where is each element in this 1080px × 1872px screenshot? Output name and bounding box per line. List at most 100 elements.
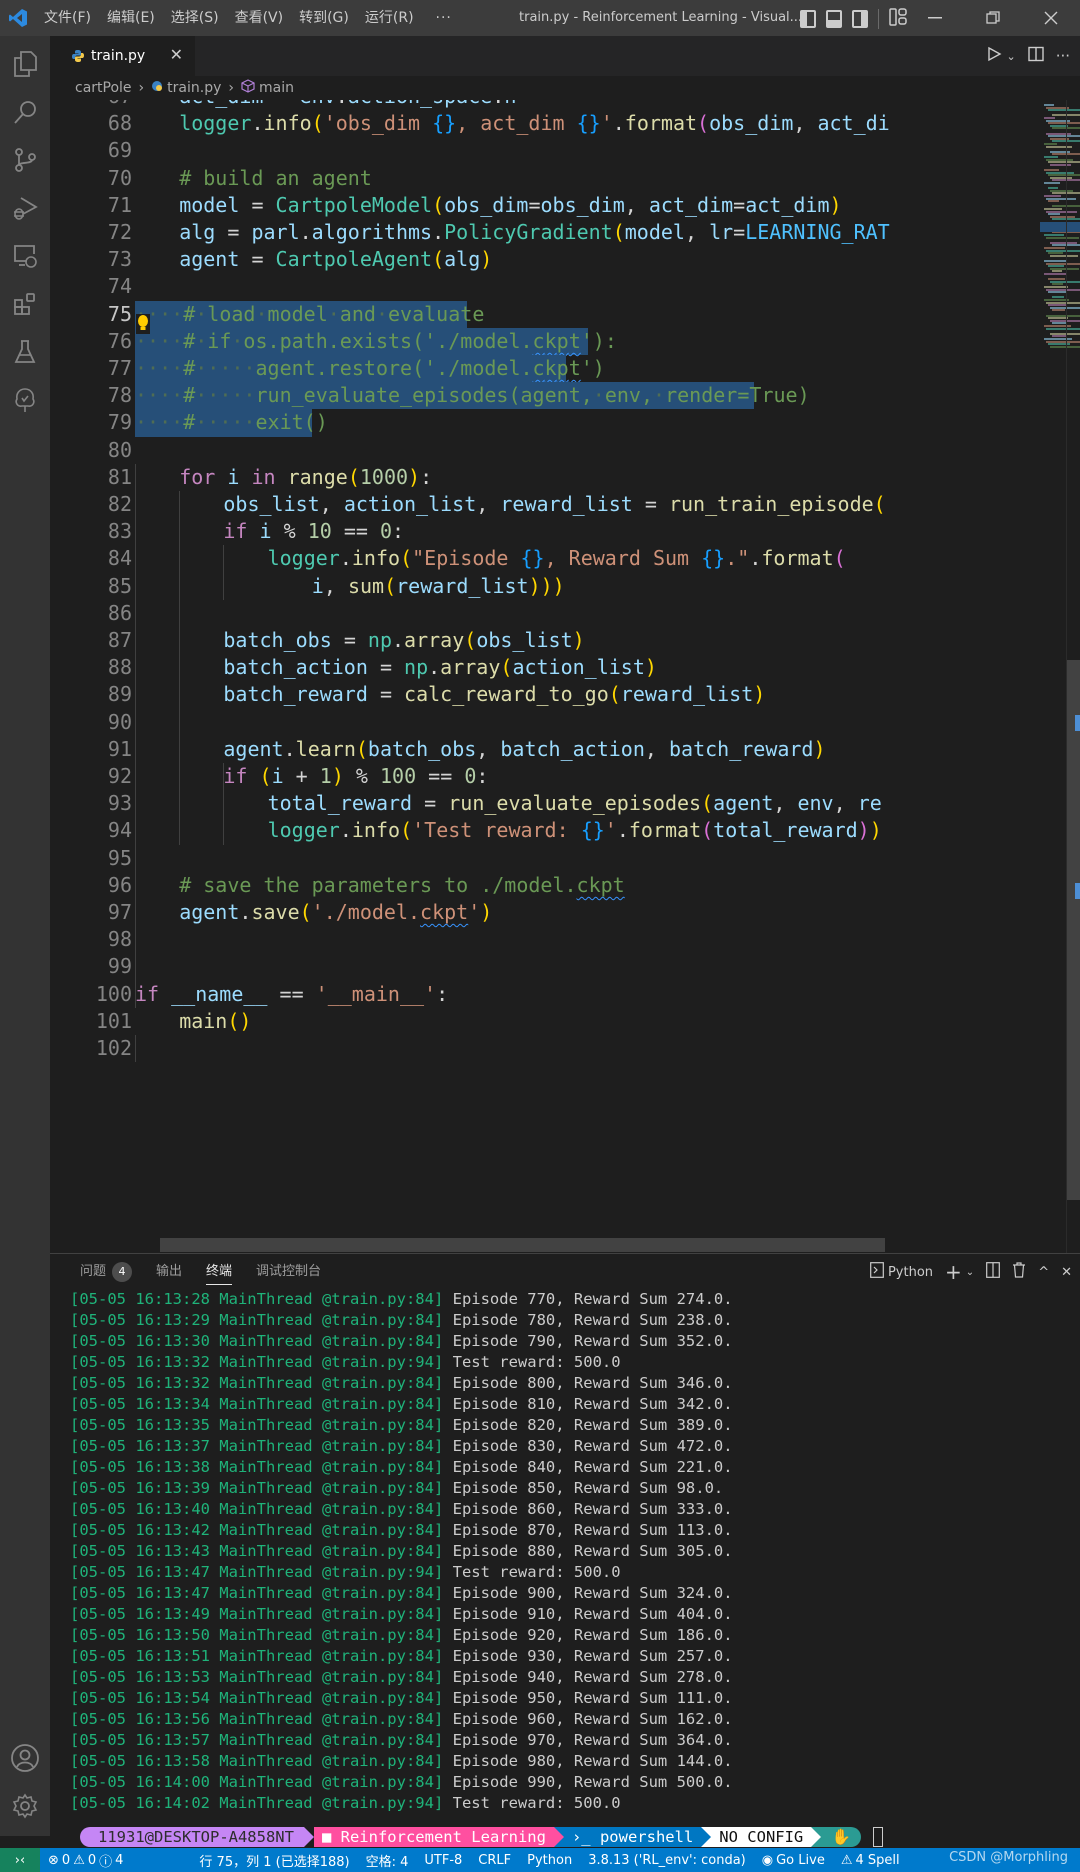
split-terminal-icon[interactable] bbox=[986, 1262, 1001, 1282]
code-line[interactable]: logger.info('Test reward: {}'.format(tot… bbox=[268, 817, 882, 844]
source-control-icon[interactable] bbox=[0, 136, 50, 184]
extensions-icon[interactable] bbox=[0, 280, 50, 328]
log-message: Episode 840, Reward Sum 221.0. bbox=[452, 1458, 733, 1476]
go-live-button[interactable]: ◉ Go Live bbox=[754, 1853, 833, 1868]
status-bar: ›‹ ⊗ 0 ⚠ 0 ⓘ 4 行 75，列 1 (已选择188) 空格: 4 UTF-… bbox=[0, 1848, 1080, 1872]
python-interpreter[interactable]: 3.8.13 ('RL_env': conda) bbox=[580, 1853, 754, 1868]
run-python-file-icon[interactable] bbox=[986, 46, 1002, 66]
terminal-profile-label[interactable]: Python bbox=[888, 1265, 933, 1280]
language-mode[interactable]: Python bbox=[519, 1853, 580, 1868]
code-line[interactable]: main() bbox=[179, 1008, 251, 1035]
run-options-chevron-icon[interactable]: ⌄ bbox=[1006, 50, 1015, 63]
editor-vertical-scrollbar[interactable] bbox=[1066, 100, 1080, 1253]
menu-edit[interactable]: 编辑(E) bbox=[99, 0, 163, 36]
close-window-button[interactable] bbox=[1022, 0, 1080, 36]
code-area[interactable]: act_dim = env.action_space.nlogger.info(… bbox=[135, 100, 1040, 1253]
menu-go[interactable]: 转到(G) bbox=[291, 0, 357, 36]
tab-problems[interactable]: 问题 4 bbox=[80, 1254, 133, 1290]
more-actions-icon[interactable]: ··· bbox=[1056, 47, 1070, 65]
code-line[interactable]: ····#·····agent.restore('./model.ckpt') bbox=[135, 355, 605, 382]
terminal-line: [05-05 16:13:32 MainThread @train.py:84]… bbox=[70, 1373, 1070, 1394]
tab-train-py[interactable]: train.py ✕ bbox=[50, 36, 195, 76]
terminal-line: [05-05 16:13:58 MainThread @train.py:84]… bbox=[70, 1751, 1070, 1772]
info-count: 4 bbox=[115, 1852, 124, 1868]
code-line[interactable]: act_dim = env.action_space.n bbox=[179, 100, 516, 110]
code-line[interactable]: logger.info('obs_dim {}, act_dim {}'.for… bbox=[179, 110, 890, 137]
code-line[interactable]: alg = parl.algorithms.PolicyGradient(mod… bbox=[179, 219, 890, 246]
spell-check-status[interactable]: ⚠ 4 Spell bbox=[833, 1853, 908, 1868]
run-debug-icon[interactable] bbox=[0, 184, 50, 232]
lightbulb-icon[interactable] bbox=[136, 314, 152, 334]
toggle-panel-icon[interactable] bbox=[826, 10, 842, 28]
cursor-position[interactable]: 行 75，列 1 (已选择188) bbox=[191, 1851, 357, 1870]
code-line[interactable]: obs_list, action_list, reward_list = run… bbox=[223, 491, 885, 518]
tree-view-icon[interactable] bbox=[0, 376, 50, 424]
code-line[interactable]: logger.info("Episode {}, Reward Sum {}."… bbox=[268, 545, 846, 572]
menu-more-button[interactable]: ··· bbox=[422, 10, 466, 26]
restore-button[interactable] bbox=[964, 0, 1022, 36]
minimap-line bbox=[1044, 182, 1060, 184]
tab-terminal[interactable]: 终端 bbox=[206, 1254, 233, 1290]
code-line[interactable]: ····#·····exit() bbox=[135, 409, 328, 436]
remote-indicator-icon[interactable]: ›‹ bbox=[0, 1848, 40, 1872]
log-message: Episode 850, Reward Sum 98.0. bbox=[452, 1479, 724, 1497]
tab-debug-console[interactable]: 调试控制台 bbox=[256, 1254, 321, 1290]
code-line[interactable]: if i % 10 == 0: bbox=[223, 518, 404, 545]
encoding[interactable]: UTF-8 bbox=[416, 1853, 470, 1868]
toggle-primary-sidebar-icon[interactable] bbox=[800, 10, 816, 28]
customize-layout-icon[interactable] bbox=[889, 8, 907, 30]
terminal-output[interactable]: [05-05 16:13:28 MainThread @train.py:84]… bbox=[70, 1289, 1070, 1814]
line-number: 77 bbox=[107, 356, 132, 380]
code-line[interactable]: batch_reward = calc_reward_to_go(reward_… bbox=[223, 681, 765, 708]
indentation[interactable]: 空格: 4 bbox=[358, 1851, 417, 1870]
code-line[interactable]: total_reward = run_evaluate_episodes(age… bbox=[268, 790, 882, 817]
maximize-panel-chevron-up-icon[interactable]: ^ bbox=[1038, 1265, 1049, 1280]
code-line[interactable]: agent.save('./model.ckpt') bbox=[179, 899, 492, 926]
close-panel-icon[interactable]: ✕ bbox=[1061, 1265, 1072, 1280]
code-line[interactable]: model = CartpoleModel(obs_dim=obs_dim, a… bbox=[179, 192, 841, 219]
menu-run[interactable]: 运行(R) bbox=[357, 0, 422, 36]
toggle-secondary-sidebar-icon[interactable] bbox=[852, 10, 868, 28]
new-terminal-icon[interactable]: + bbox=[945, 1260, 962, 1284]
code-line[interactable]: if __name__ == '__main__': bbox=[135, 981, 448, 1008]
problems-status[interactable]: ⊗ 0 ⚠ 0 ⓘ 4 bbox=[40, 1851, 131, 1870]
terminal-line: [05-05 16:13:43 MainThread @train.py:84]… bbox=[70, 1541, 1070, 1562]
tab-output[interactable]: 输出 bbox=[156, 1254, 182, 1290]
code-line[interactable]: ····#·load·model·and·evaluate bbox=[135, 301, 484, 328]
code-line[interactable]: agent.learn(batch_obs, batch_action, bat… bbox=[223, 736, 825, 763]
code-line[interactable]: agent = CartpoleAgent(alg) bbox=[179, 246, 492, 273]
kill-terminal-trash-icon[interactable] bbox=[1012, 1262, 1026, 1282]
accounts-icon[interactable] bbox=[0, 1734, 50, 1782]
split-editor-icon[interactable] bbox=[1027, 46, 1044, 66]
code-line[interactable]: i, sum(reward_list))) bbox=[312, 573, 565, 600]
editor-tab-bar: train.py ✕ ⌄ ··· bbox=[50, 36, 1080, 76]
terminal-dropdown-chevron-icon[interactable]: ⌄ bbox=[966, 1267, 974, 1278]
code-editor[interactable]: 6768697071 72 73747576 77 78798081 82 83848586… bbox=[50, 100, 1080, 1253]
testing-icon[interactable] bbox=[0, 328, 50, 376]
explorer-icon[interactable] bbox=[0, 40, 50, 88]
editor-horizontal-scrollbar[interactable] bbox=[160, 1238, 885, 1252]
code-line[interactable]: ····#·····run_evaluate_episodes(agent,·e… bbox=[135, 382, 810, 409]
breadcrumb-file[interactable]: train.py bbox=[167, 80, 221, 96]
menu-view[interactable]: 查看(V) bbox=[227, 0, 292, 36]
breadcrumb-folder[interactable]: cartPole bbox=[75, 80, 132, 96]
close-tab-icon[interactable]: ✕ bbox=[170, 45, 183, 64]
log-message: Episode 830, Reward Sum 472.0. bbox=[452, 1437, 733, 1455]
code-line[interactable]: for i in range(1000): bbox=[179, 464, 432, 491]
code-line[interactable]: # save the parameters to ./model.ckpt bbox=[179, 872, 625, 899]
remote-explorer-icon[interactable] bbox=[0, 232, 50, 280]
scrollbar-thumb[interactable] bbox=[1067, 660, 1080, 1200]
code-line[interactable]: if (i + 1) % 100 == 0: bbox=[223, 763, 488, 790]
search-icon[interactable] bbox=[0, 88, 50, 136]
code-line[interactable]: # build an agent bbox=[179, 165, 372, 192]
menu-selection[interactable]: 选择(S) bbox=[163, 0, 227, 36]
minimize-button[interactable] bbox=[906, 0, 964, 36]
terminal-line: [05-05 16:13:57 MainThread @train.py:84]… bbox=[70, 1730, 1070, 1751]
breadcrumb-symbol[interactable]: main bbox=[259, 80, 294, 96]
end-of-line[interactable]: CRLF bbox=[470, 1853, 519, 1868]
settings-gear-icon[interactable] bbox=[0, 1782, 50, 1830]
menu-file[interactable]: 文件(F) bbox=[36, 0, 99, 36]
code-line[interactable]: batch_obs = np.array(obs_list) bbox=[223, 627, 584, 654]
code-line[interactable]: batch_action = np.array(action_list) bbox=[223, 654, 657, 681]
code-line[interactable]: ····#·if·os.path.exists('./model.ckpt'): bbox=[135, 328, 617, 355]
